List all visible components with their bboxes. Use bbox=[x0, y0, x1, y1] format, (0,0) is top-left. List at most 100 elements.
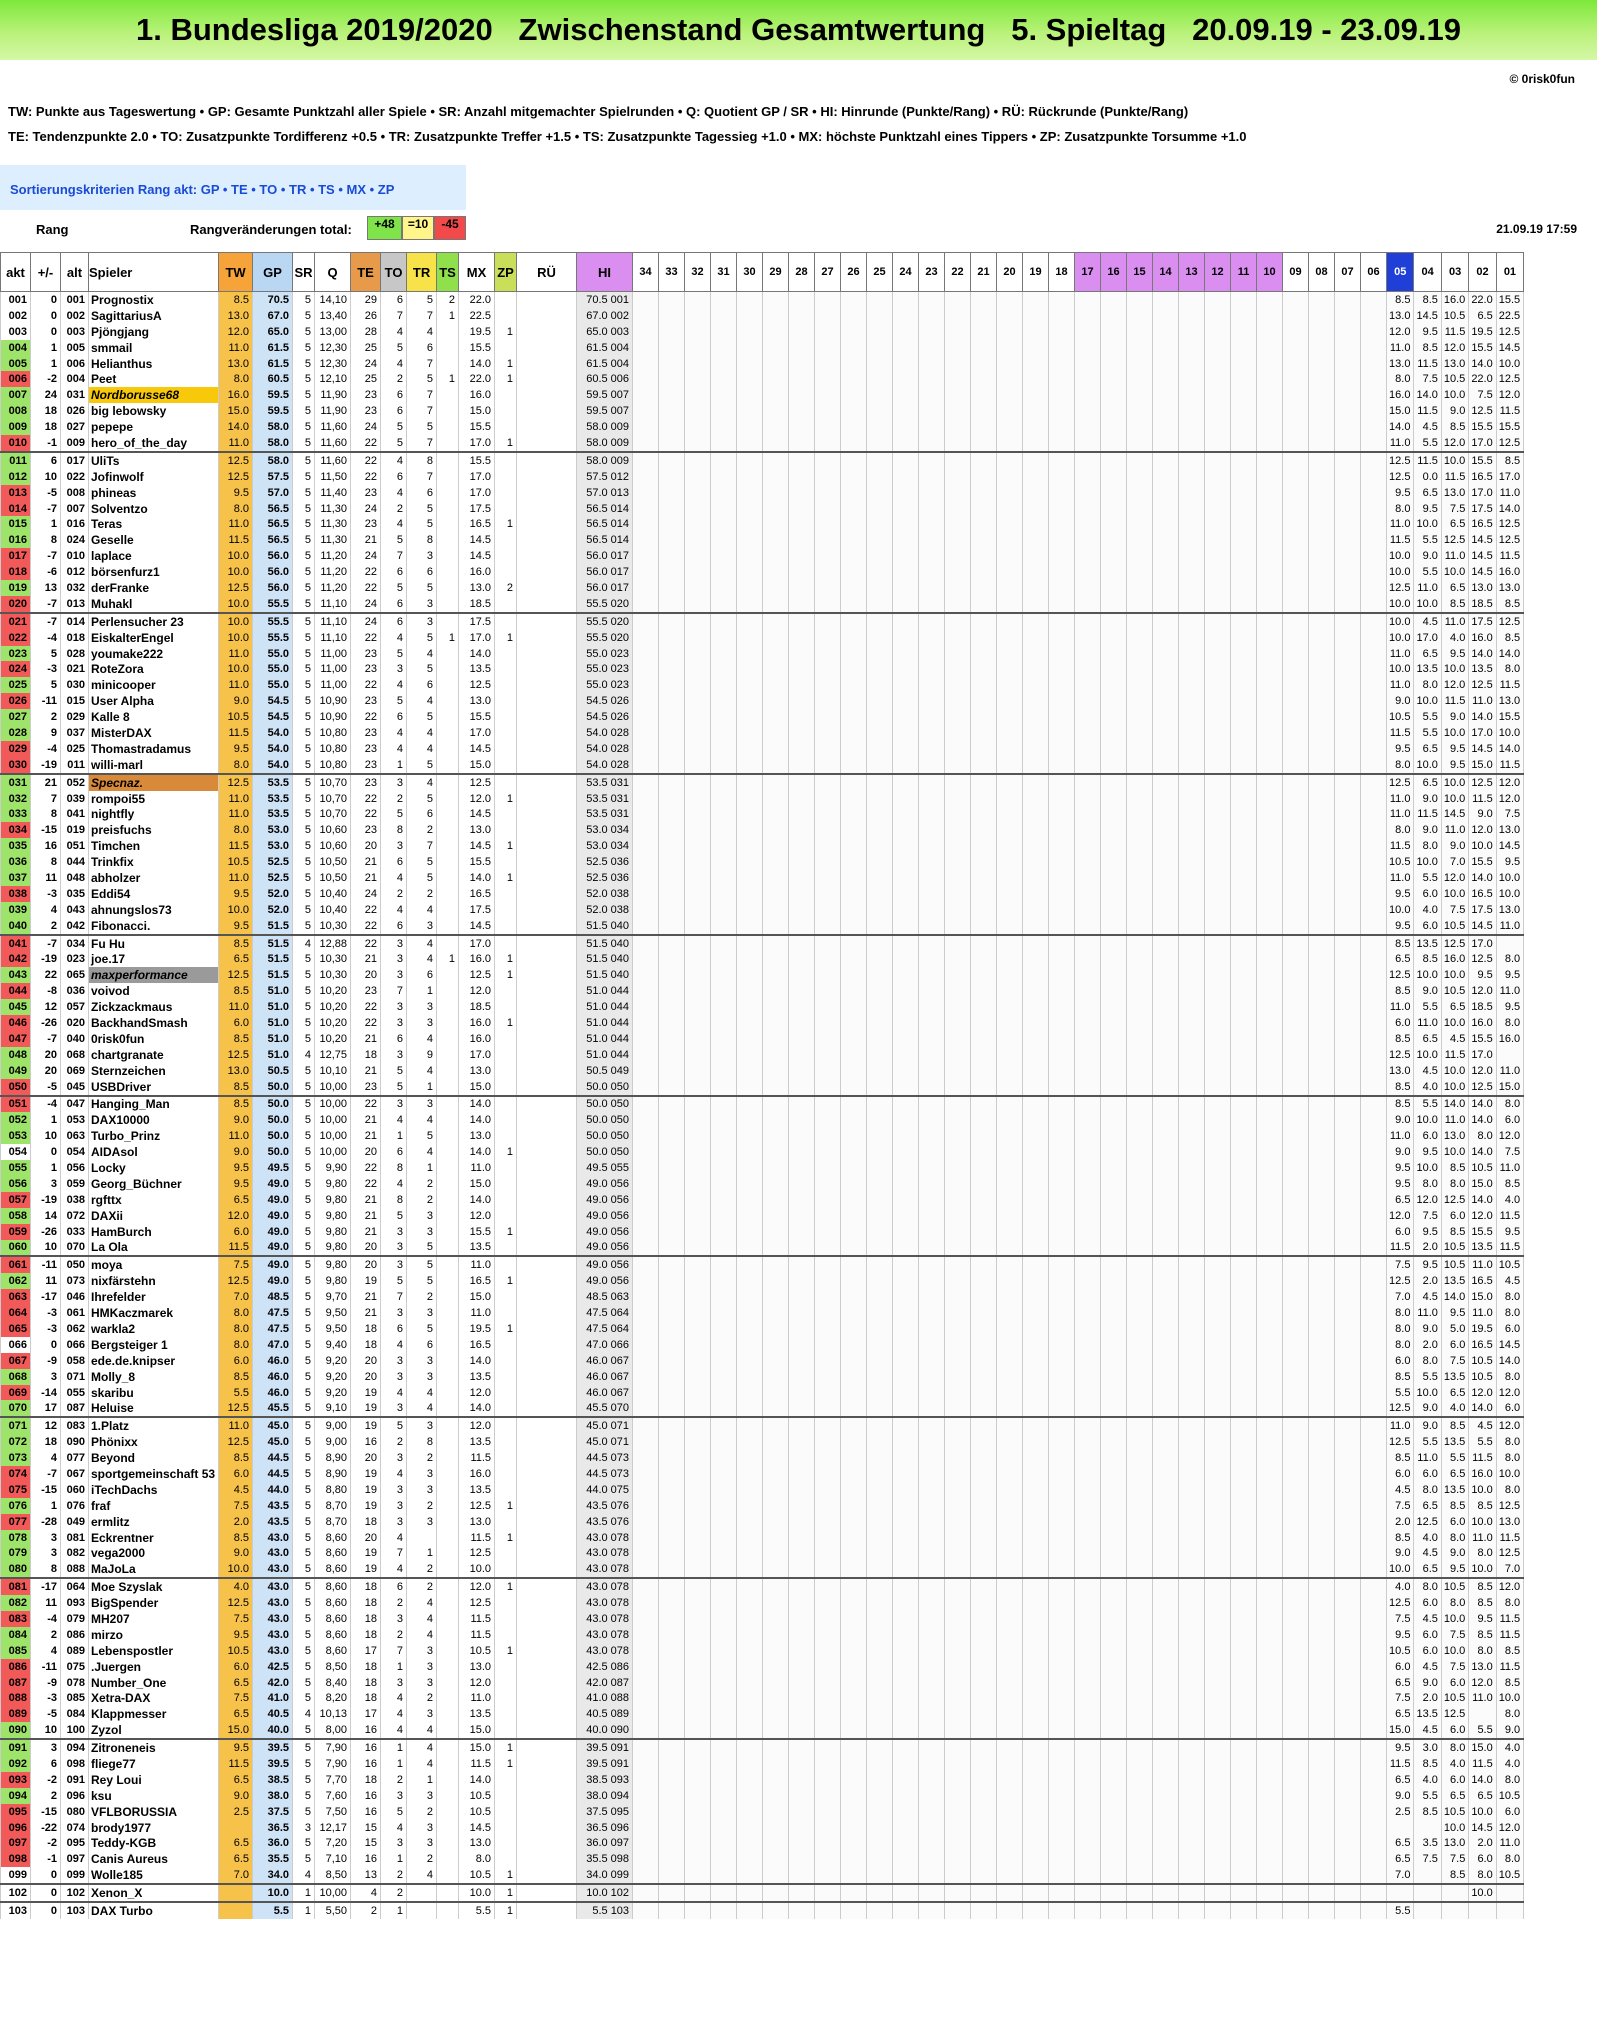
matchday-cell bbox=[840, 1513, 868, 1530]
matchday-cell bbox=[1334, 1223, 1362, 1240]
matchday-cell bbox=[1152, 917, 1180, 936]
cell-to: 1 bbox=[380, 1658, 408, 1675]
matchday-cell bbox=[1204, 1321, 1232, 1337]
cell-sr: 5 bbox=[292, 612, 316, 630]
cell-to: 5 bbox=[380, 1803, 408, 1820]
matchday-cell bbox=[970, 645, 998, 662]
matchday-value: 10.0 bbox=[1468, 1561, 1497, 1580]
cell-zp: 1 bbox=[494, 1321, 518, 1337]
matchday-value: 10.0 bbox=[1440, 1611, 1470, 1627]
cell-rueckrunde bbox=[516, 1787, 578, 1804]
matchday-cell bbox=[814, 1497, 842, 1514]
cell-hi: 47.0 066 bbox=[576, 1336, 634, 1353]
matchday-cell bbox=[1074, 1207, 1102, 1224]
matchday-value: 11.5 bbox=[1468, 790, 1497, 807]
cell-name: Timchen bbox=[87, 838, 220, 855]
matchday-cell bbox=[1100, 1015, 1128, 1031]
matchday-value: 5.5 bbox=[1413, 1368, 1442, 1385]
matchday-cell bbox=[1334, 1658, 1362, 1675]
matchday-value: 10.5 bbox=[1495, 1256, 1525, 1274]
cell-te: 21 bbox=[350, 854, 382, 871]
matchday-cell bbox=[1230, 1289, 1258, 1306]
cell-zp bbox=[494, 1128, 518, 1145]
matchday-cell bbox=[944, 645, 972, 662]
matchday-cell bbox=[1074, 355, 1102, 372]
matchday-cell bbox=[710, 1674, 738, 1691]
matchday-cell bbox=[1334, 1239, 1362, 1258]
matchday-cell bbox=[892, 500, 920, 517]
matchday-cell bbox=[1178, 1756, 1206, 1772]
matchday-cell bbox=[866, 1062, 894, 1079]
matchday-value: 12.5 bbox=[1386, 580, 1415, 596]
cell-sr: 5 bbox=[292, 500, 316, 517]
matchday-value: 8.0 bbox=[1440, 1529, 1470, 1546]
matchday-cell bbox=[892, 1175, 920, 1192]
cell-rueckrunde bbox=[516, 1545, 578, 1562]
matchday-value: 11.0 bbox=[1413, 1305, 1442, 1321]
matchday-cell bbox=[684, 645, 712, 662]
matchday-cell bbox=[1308, 291, 1336, 308]
matchday-cell bbox=[1230, 1450, 1258, 1467]
matchday-cell bbox=[632, 999, 660, 1016]
matchday-cell bbox=[684, 917, 712, 936]
cell-pm: -19 bbox=[30, 1191, 61, 1208]
matchday-value: 9.5 bbox=[1386, 1626, 1415, 1643]
matchday-cell bbox=[970, 725, 998, 741]
matchday-cell bbox=[944, 1144, 972, 1161]
matchday-cell bbox=[1178, 1513, 1206, 1530]
column-header: GP bbox=[252, 252, 294, 292]
matchday-cell bbox=[970, 677, 998, 694]
matchday-cell bbox=[970, 1450, 998, 1467]
matchday-cell bbox=[970, 1787, 998, 1804]
cell-tr: 5 bbox=[406, 1273, 438, 1290]
matchday-cell bbox=[1022, 645, 1050, 662]
matchday-cell bbox=[632, 1595, 660, 1612]
matchday-value: 9.5 bbox=[1386, 917, 1415, 936]
cell-ts bbox=[436, 885, 460, 902]
cell-tr: 4 bbox=[406, 693, 438, 710]
matchday-cell bbox=[996, 451, 1024, 469]
matchday-cell bbox=[1204, 1787, 1232, 1804]
matchday-value: 8.5 bbox=[1468, 1578, 1497, 1596]
matchday-cell bbox=[1048, 451, 1076, 469]
cell-mx: 11.5 bbox=[458, 1529, 496, 1546]
matchday-value: 10.5 bbox=[1440, 307, 1470, 324]
cell-tr: 4 bbox=[406, 1030, 438, 1047]
cell-mx: 12.5 bbox=[458, 1545, 496, 1562]
matchday-value bbox=[1468, 1706, 1497, 1723]
matchday-value: 6.0 bbox=[1495, 1321, 1525, 1337]
cell-hi: 39.5 091 bbox=[576, 1756, 634, 1772]
matchday-cell bbox=[1074, 1497, 1102, 1514]
matchday-cell bbox=[1256, 885, 1284, 902]
matchday-cell bbox=[762, 1690, 790, 1707]
matchday-cell bbox=[970, 484, 998, 501]
matchday-value: 12.0 bbox=[1386, 1207, 1415, 1224]
matchday-value: 6.5 bbox=[1386, 1771, 1415, 1788]
matchday-cell bbox=[866, 1674, 894, 1691]
matchday-cell bbox=[866, 580, 894, 596]
matchday-cell bbox=[1204, 1400, 1232, 1419]
matchday-cell bbox=[1100, 1787, 1128, 1804]
cell-pm: 4 bbox=[30, 901, 61, 918]
matchday-header: 29 bbox=[762, 252, 790, 292]
matchday-cell bbox=[736, 1835, 764, 1852]
cell-q: 11,30 bbox=[314, 532, 352, 549]
matchday-cell bbox=[1178, 500, 1206, 517]
cell-hi: 47.5 064 bbox=[576, 1321, 634, 1337]
matchday-cell bbox=[1048, 323, 1076, 340]
cell-mx: 12.0 bbox=[458, 1384, 496, 1401]
cell-zp bbox=[494, 532, 518, 549]
matchday-cell bbox=[840, 934, 868, 952]
cell-hi: 57.0 013 bbox=[576, 484, 634, 501]
matchday-value: 8.0 bbox=[1495, 1450, 1525, 1467]
matchday-cell bbox=[1152, 1481, 1180, 1498]
matchday-cell bbox=[684, 1739, 712, 1757]
matchday-cell bbox=[996, 500, 1024, 517]
cell-q: 8,60 bbox=[314, 1545, 352, 1562]
matchday-cell bbox=[840, 901, 868, 918]
matchday-cell bbox=[1230, 580, 1258, 596]
matchday-cell bbox=[736, 1015, 764, 1031]
matchday-header: 13 bbox=[1178, 252, 1206, 292]
cell-q: 10,00 bbox=[314, 1095, 352, 1113]
matchday-cell bbox=[762, 339, 790, 356]
